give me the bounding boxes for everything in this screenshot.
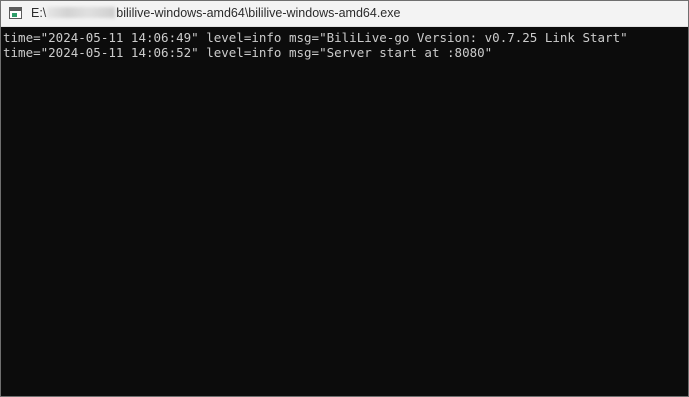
console-window-icon[interactable] bbox=[9, 7, 22, 19]
console-window: E:\ bililive-windows-amd64\bililive-windo… bbox=[0, 0, 689, 397]
redacted-path-segment bbox=[47, 7, 116, 18]
console-output[interactable]: time="2024-05-11 14:06:49" level=info ms… bbox=[1, 27, 688, 396]
window-title-prefix: E:\ bbox=[31, 6, 47, 20]
console-line: time="2024-05-11 14:06:49" level=info ms… bbox=[3, 30, 628, 45]
console-line: time="2024-05-11 14:06:52" level=info ms… bbox=[3, 45, 493, 60]
window-title: E:\ bililive-windows-amd64\bililive-windo… bbox=[31, 6, 400, 21]
window-title-suffix: bililive-windows-amd64\bililive-windows-… bbox=[116, 6, 401, 20]
title-bar[interactable]: E:\ bililive-windows-amd64\bililive-windo… bbox=[1, 1, 688, 27]
